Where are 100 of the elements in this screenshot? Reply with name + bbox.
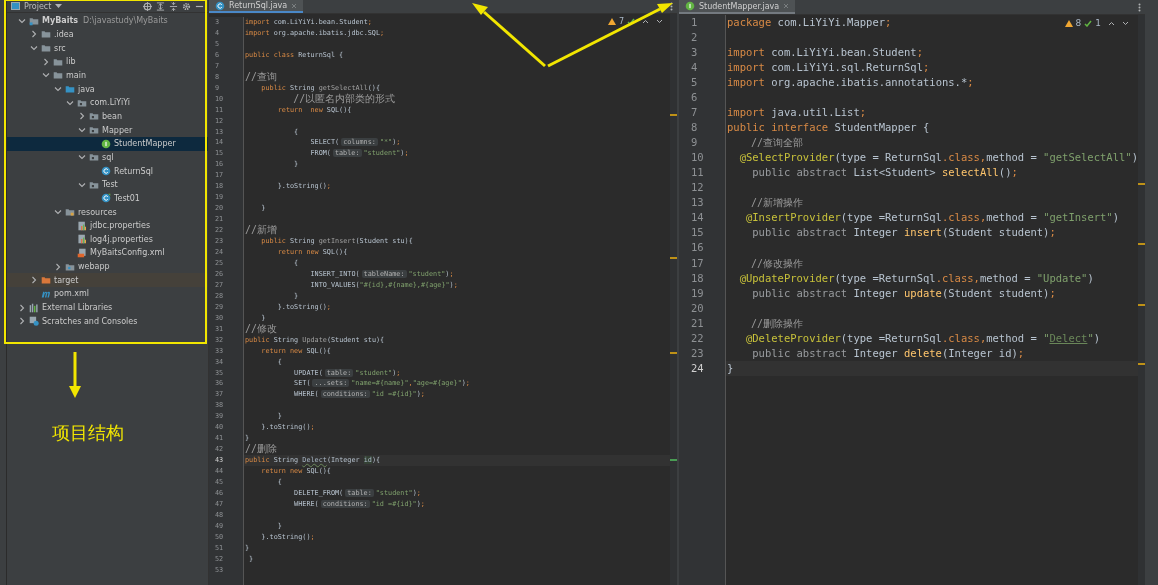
item-label: MyBaitsConfig.xml bbox=[90, 248, 165, 258]
tree-item[interactable]: src bbox=[7, 41, 208, 55]
tree-item[interactable]: log4j.properties bbox=[7, 232, 208, 247]
code-line: //修改 bbox=[244, 323, 278, 335]
code-line: import com.LiYiYi.bean.Student; bbox=[726, 45, 923, 61]
package-icon bbox=[89, 152, 99, 163]
chevron-up-icon[interactable] bbox=[1108, 20, 1115, 26]
chevron-down-icon[interactable] bbox=[30, 44, 38, 53]
folder-icon bbox=[65, 207, 75, 217]
tree-item[interactable]: Mapper bbox=[7, 123, 208, 137]
expand-all-icon[interactable] bbox=[156, 1, 165, 11]
code-line: //修改操作 bbox=[750, 256, 804, 271]
chevron-right-icon[interactable] bbox=[42, 57, 50, 66]
tree-item[interactable]: sql bbox=[7, 150, 208, 165]
tree-item[interactable]: MyBaits D:\javastudy\MyBaits bbox=[7, 14, 208, 28]
tree-item[interactable]: pom.xml bbox=[7, 287, 208, 301]
check-icon[interactable] bbox=[1084, 19, 1093, 27]
chevron-right-icon[interactable] bbox=[78, 112, 86, 121]
editor-tab[interactable]: ReturnSql.java bbox=[209, 0, 304, 13]
settings-icon[interactable] bbox=[182, 1, 191, 11]
item-label: resources bbox=[78, 207, 117, 217]
interface-icon bbox=[101, 138, 111, 149]
scratch-icon bbox=[29, 316, 39, 327]
chevron-down-icon[interactable] bbox=[78, 180, 86, 189]
warning-count[interactable]: 8 bbox=[1075, 18, 1082, 28]
file-icon bbox=[77, 220, 87, 231]
code-line: //新增 bbox=[244, 225, 278, 237]
line-number: 17 bbox=[690, 255, 705, 271]
tree-item[interactable]: .idea bbox=[7, 27, 208, 42]
code-line: package com.LiYiYi.Mapper; bbox=[726, 15, 892, 30]
line-number: 18 bbox=[690, 270, 705, 286]
code-line: //删除操作 bbox=[750, 316, 804, 331]
chevron-down-icon[interactable] bbox=[1122, 20, 1129, 26]
chevron-right-icon[interactable] bbox=[18, 317, 26, 326]
tree-item[interactable]: Test bbox=[7, 177, 208, 192]
tree-item[interactable]: main bbox=[7, 68, 208, 83]
item-label: pom.xml bbox=[54, 289, 90, 299]
tree-item[interactable]: webapp bbox=[7, 259, 208, 274]
collapse-all-icon[interactable] bbox=[169, 1, 178, 11]
line-number: 1 bbox=[690, 15, 699, 30]
chevron-down-icon[interactable] bbox=[66, 98, 74, 107]
item-path: D:\javastudy\MyBaits bbox=[83, 16, 168, 26]
chevron-down-icon[interactable] bbox=[42, 71, 50, 80]
code-line: //查询 bbox=[244, 71, 278, 83]
item-label: StudentMapper bbox=[114, 139, 176, 149]
chevron-down-icon[interactable] bbox=[78, 126, 86, 135]
tree-item[interactable]: jdbc.properties bbox=[7, 218, 208, 233]
code-line: @SelectProvider(type = ReturnSql.class,method = "getSelectAll") bbox=[738, 150, 1138, 166]
line-number: 23 bbox=[690, 345, 705, 361]
caret-icon[interactable] bbox=[55, 3, 63, 9]
tree-item[interactable]: MyBaitsConfig.xml bbox=[7, 246, 208, 260]
chevron-down-icon[interactable] bbox=[54, 208, 62, 216]
tree-item[interactable]: ReturnSql bbox=[7, 164, 208, 178]
check-icon[interactable] bbox=[627, 18, 635, 25]
weak-warning-count[interactable]: 1 bbox=[1095, 18, 1101, 28]
tree-item[interactable]: StudentMapper bbox=[7, 136, 208, 151]
tree-item[interactable]: Scratches and Consoles bbox=[7, 314, 208, 329]
chevron-right-icon[interactable] bbox=[18, 303, 26, 312]
code-line: //删除 bbox=[244, 444, 278, 456]
warning-icon[interactable] bbox=[607, 18, 616, 25]
tree-item[interactable]: target bbox=[7, 273, 208, 288]
chevron-down-icon[interactable] bbox=[78, 153, 86, 162]
line-number: 24 bbox=[690, 360, 705, 376]
chevron-right-icon[interactable] bbox=[30, 30, 38, 39]
line-number: 20 bbox=[690, 300, 705, 316]
item-label: Scratches and Consoles bbox=[42, 316, 138, 326]
item-label: MyBaits bbox=[42, 16, 78, 26]
tree-item[interactable]: com.LiYiYi bbox=[7, 95, 208, 110]
code-line: import org.apache.ibatis.annotations.*; bbox=[726, 75, 974, 91]
class-icon bbox=[215, 0, 225, 11]
line-number: 9 bbox=[690, 135, 699, 151]
chevron-down-icon[interactable] bbox=[656, 19, 663, 24]
file-icon bbox=[77, 234, 87, 245]
tree-item[interactable]: bean bbox=[7, 109, 208, 124]
tree-item[interactable]: resources bbox=[7, 205, 208, 219]
more-icon[interactable] bbox=[1138, 2, 1141, 12]
item-label: com.LiYiYi bbox=[90, 98, 130, 108]
item-label: main bbox=[66, 70, 86, 80]
chevron-right-icon[interactable] bbox=[30, 276, 38, 285]
item-label: java bbox=[78, 84, 95, 94]
tree-item[interactable]: lib bbox=[7, 54, 208, 69]
editor-tab[interactable]: StudentMapper.java bbox=[679, 0, 796, 14]
line-number: 12 bbox=[690, 180, 705, 196]
chevron-up-icon[interactable] bbox=[642, 19, 649, 24]
warning-icon[interactable] bbox=[1064, 19, 1073, 27]
line-number: 11 bbox=[690, 165, 705, 181]
tree-item[interactable]: java bbox=[7, 82, 208, 96]
chevron-down-icon[interactable] bbox=[18, 16, 26, 25]
locate-icon[interactable] bbox=[143, 1, 152, 11]
panel-icon bbox=[11, 2, 20, 10]
line-number: 8 bbox=[690, 120, 699, 136]
tree-item[interactable]: External Libraries bbox=[7, 300, 208, 315]
panel-title[interactable]: Project bbox=[24, 1, 52, 11]
warning-count[interactable]: 7 bbox=[618, 17, 624, 26]
tree-item[interactable]: Test01 bbox=[7, 191, 208, 206]
chevron-right-icon[interactable] bbox=[54, 262, 62, 271]
line-number: 14 bbox=[690, 210, 705, 226]
chevron-down-icon[interactable] bbox=[54, 85, 62, 94]
item-label: bean bbox=[102, 111, 122, 121]
folder-icon bbox=[53, 70, 63, 81]
